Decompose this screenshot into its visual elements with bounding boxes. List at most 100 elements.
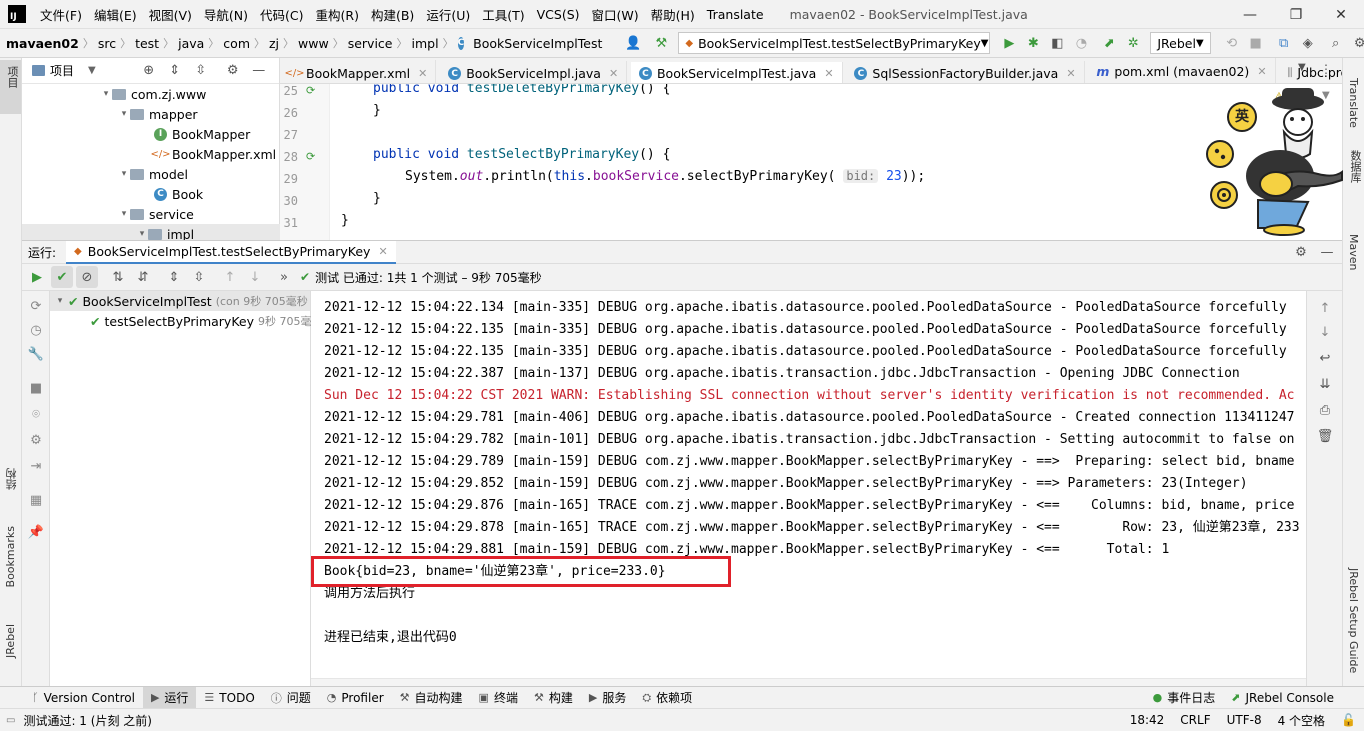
tree-node-com-zj-www[interactable]: ▾ com.zj.www xyxy=(22,84,280,104)
pin-icon[interactable]: 📌 xyxy=(27,523,45,541)
collapse-all-icon[interactable]: ⇳ xyxy=(192,62,210,80)
show-passed-icon[interactable]: ✔ xyxy=(51,266,73,288)
console-horizontal-scrollbar[interactable] xyxy=(311,678,1306,686)
menu-edit[interactable]: 编辑(E) xyxy=(88,5,143,24)
close-tab-icon[interactable]: ✕ xyxy=(609,67,618,80)
tree-node-impl[interactable]: ▾ impl xyxy=(22,224,280,240)
search-icon[interactable]: ⌕ xyxy=(1327,34,1345,52)
close-tab-icon[interactable]: ✕ xyxy=(1066,67,1075,80)
scroll-to-end-icon[interactable]: ⇊ xyxy=(1316,375,1334,393)
ai-assistant-icon[interactable]: ◈ xyxy=(1299,34,1317,52)
project-panel-title[interactable]: 项目 xyxy=(50,62,74,79)
menu-refactor[interactable]: 重构(R) xyxy=(310,5,365,24)
locate-icon[interactable]: ⊕ xyxy=(140,62,158,80)
console-output[interactable]: 2021-12-12 15:04:22.134 [main-335] DEBUG… xyxy=(311,291,1306,686)
structure-tool-button[interactable]: 结构 xyxy=(4,468,20,490)
tab-bookserviceimpltest[interactable]: C BookServiceImplTest.java ✕ xyxy=(630,61,843,83)
breadcrumb-zj[interactable]: zj xyxy=(265,36,283,51)
build-hammer-icon[interactable]: ⚒ xyxy=(652,34,670,52)
tree-node-service[interactable]: ▾ service xyxy=(22,204,280,224)
jrebel-setup-guide-button[interactable]: JRebel Setup Guide xyxy=(1347,568,1360,673)
tab-bookmapper-xml[interactable]: </> BookMapper.xml ✕ xyxy=(280,60,437,83)
profile-icon[interactable]: ◔ xyxy=(1072,34,1090,52)
status-time[interactable]: 18:42 xyxy=(1122,713,1173,727)
tool-run[interactable]: ▶ 运行 xyxy=(142,686,197,709)
close-tab-icon[interactable]: ✕ xyxy=(1257,65,1266,78)
rerun-icon[interactable]: ▶ xyxy=(26,266,48,288)
settings-gear-icon[interactable]: ⚙ xyxy=(1351,34,1364,52)
test-case-node[interactable]: ✔ testSelectByPrimaryKey 9秒 705毫秒 xyxy=(50,311,323,331)
breadcrumb-class[interactable]: BookServiceImplTest xyxy=(469,36,606,51)
jrebel-select[interactable]: JRebel ▼ xyxy=(1150,32,1211,54)
menu-file[interactable]: 文件(F) xyxy=(34,5,88,24)
breadcrumb-java[interactable]: java xyxy=(174,36,208,51)
tool-problems[interactable]: ⓘ 问题 xyxy=(263,687,319,709)
tree-node-book[interactable]: C Book xyxy=(22,184,280,204)
menu-translate[interactable]: Translate xyxy=(701,7,770,22)
previous-test-icon[interactable]: ↑ xyxy=(219,266,241,288)
tab-bookserviceimpl[interactable]: C BookServiceImpl.java ✕ xyxy=(440,60,628,83)
tool-version-control[interactable]: ᚴ Version Control xyxy=(24,687,143,709)
more-icon[interactable]: ⋮ xyxy=(1320,62,1332,76)
breadcrumb-service[interactable]: service xyxy=(344,36,397,51)
tool-dependencies[interactable]: ⛭ 依赖项 xyxy=(634,687,700,709)
collapse-all-icon[interactable]: ⇳ xyxy=(188,266,210,288)
chevron-down-icon[interactable]: ▼ xyxy=(1298,62,1306,73)
tool-profiler[interactable]: ◔ Profiler xyxy=(319,687,392,709)
menu-run[interactable]: 运行(U) xyxy=(420,5,476,24)
chevron-down-icon[interactable]: ▾ xyxy=(118,109,130,119)
scroll-down-icon[interactable]: ↓ xyxy=(1316,323,1334,341)
tree-node-bookmapper[interactable]: I BookMapper xyxy=(22,124,280,144)
debug-icon[interactable]: ✱ xyxy=(1024,34,1042,52)
translate-tool-button[interactable]: Translate xyxy=(1347,78,1360,128)
tool-jrebel-console[interactable]: ⬈ JRebel Console xyxy=(1223,687,1342,709)
code-editor[interactable]: 25 ⟳ 26 27 28 ⟳ 29 30 31 public void tes… xyxy=(280,84,1342,240)
close-tab-icon[interactable]: ✕ xyxy=(418,67,427,80)
tool-auto-build[interactable]: ⚒ 自动构建 xyxy=(392,687,471,709)
settings-gear-icon[interactable]: ⚙ xyxy=(1292,243,1310,261)
project-tool-button[interactable]: 项目 xyxy=(0,60,21,114)
hide-panel-icon[interactable]: — xyxy=(250,62,268,80)
close-tab-icon[interactable]: ✕ xyxy=(378,245,387,258)
rerun-failed-icon[interactable]: ⟳ xyxy=(27,297,45,315)
tab-jdbc-properties[interactable]: ⫼Jdbc.proper xyxy=(1279,60,1342,84)
expand-all-icon[interactable]: ⇕ xyxy=(163,266,185,288)
tree-node-model[interactable]: ▾ model xyxy=(22,164,280,184)
sort-duration-icon[interactable]: ⇵ xyxy=(132,266,154,288)
user-icon[interactable]: 👤 xyxy=(624,34,642,52)
menu-navigate[interactable]: 导航(N) xyxy=(198,5,254,24)
status-message[interactable]: 测试通过: 1 (片刻 之前) xyxy=(15,712,160,729)
hide-panel-icon[interactable]: — xyxy=(1318,243,1336,261)
show-ignored-icon[interactable]: ⊘ xyxy=(76,266,98,288)
stop-icon[interactable]: ■ xyxy=(1247,34,1265,52)
run-test-gutter-icon[interactable]: ⟳ xyxy=(306,150,320,164)
next-test-icon[interactable]: ↓ xyxy=(244,266,266,288)
minimize-icon[interactable]: — xyxy=(1227,0,1273,29)
jrebel-run-icon[interactable]: ⬈ xyxy=(1100,34,1118,52)
chevron-down-icon[interactable]: ▾ xyxy=(118,209,130,219)
status-indent[interactable]: 4 个空格 xyxy=(1270,712,1333,729)
tab-sqlsessionfactorybuilder[interactable]: C SqlSessionFactoryBuilder.java ✕ xyxy=(846,60,1085,83)
breadcrumb-com[interactable]: com xyxy=(219,36,254,51)
soft-wrap-icon[interactable]: ↩ xyxy=(1316,349,1334,367)
chevron-down-icon[interactable]: ▼ xyxy=(88,65,96,76)
close-window-icon[interactable]: ✕ xyxy=(1318,0,1364,29)
coverage-icon[interactable]: ◧ xyxy=(1048,34,1066,52)
lock-icon[interactable]: 🔓 xyxy=(1333,713,1364,727)
database-tool-button[interactable]: 数据库 xyxy=(1347,150,1363,183)
more-icon[interactable]: » xyxy=(273,266,295,288)
dump-threads-icon[interactable]: ⚙ xyxy=(27,431,45,449)
run-configuration-select[interactable]: ◆ BookServiceImplTest.testSelectByPrimar… xyxy=(678,32,991,54)
tab-pom-xml[interactable]: m pom.xml (mavaen02) ✕ xyxy=(1088,58,1276,83)
tool-build[interactable]: ⚒ 构建 xyxy=(526,687,581,709)
chevron-down-icon[interactable]: ▾ xyxy=(136,229,148,239)
status-line-separator[interactable]: CRLF xyxy=(1172,713,1218,727)
menu-code[interactable]: 代码(C) xyxy=(254,5,309,24)
scroll-up-icon[interactable]: ↑ xyxy=(1316,299,1334,317)
run-tab[interactable]: ◆ BookServiceImplTest.testSelectByPrimar… xyxy=(66,240,396,264)
breadcrumb-src[interactable]: src xyxy=(94,36,120,51)
chevron-down-icon[interactable]: ▾ xyxy=(118,169,130,179)
layout-icon[interactable]: ▦ xyxy=(27,491,45,509)
tree-node-mapper[interactable]: ▾ mapper xyxy=(22,104,280,124)
menu-view[interactable]: 视图(V) xyxy=(143,5,198,24)
